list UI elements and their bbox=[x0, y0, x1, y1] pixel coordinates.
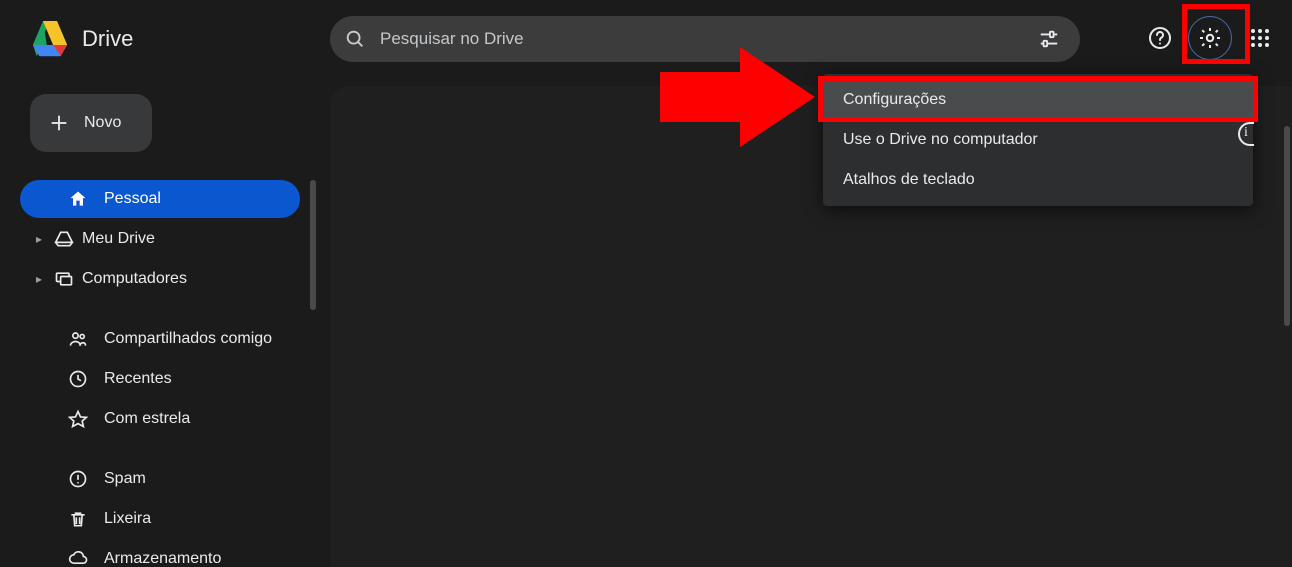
tune-icon[interactable] bbox=[1032, 22, 1066, 56]
home-icon bbox=[68, 189, 88, 209]
chevron-right-icon: ▸ bbox=[32, 272, 46, 286]
sidebar-item-computers[interactable]: ▸ Computadores bbox=[20, 260, 300, 298]
new-button[interactable]: Novo bbox=[30, 94, 152, 152]
sidebar-item-label: Compartilhados comigo bbox=[104, 330, 272, 348]
chevron-right-icon: ▸ bbox=[32, 232, 46, 246]
plus-icon bbox=[48, 112, 70, 134]
sidebar-item-label: Meu Drive bbox=[82, 230, 155, 248]
search-bar[interactable] bbox=[330, 16, 1080, 62]
menu-item-shortcuts[interactable]: Atalhos de teclado bbox=[823, 160, 1253, 200]
menu-item-label: Use o Drive no computador bbox=[843, 131, 1038, 149]
sidebar-item-home[interactable]: Pessoal bbox=[20, 180, 300, 218]
apps-icon[interactable] bbox=[1238, 16, 1282, 60]
mydrive-icon bbox=[54, 229, 74, 249]
help-icon[interactable] bbox=[1138, 16, 1182, 60]
menu-item-desktop[interactable]: Use o Drive no computador bbox=[823, 120, 1253, 160]
sidebar-item-storage[interactable]: Armazenamento bbox=[20, 540, 300, 567]
shared-icon bbox=[68, 329, 88, 349]
gear-icon[interactable] bbox=[1188, 16, 1232, 60]
main-scrollbar[interactable] bbox=[1284, 126, 1290, 326]
sidebar-item-label: Computadores bbox=[82, 270, 187, 288]
sidebar-item-label: Pessoal bbox=[104, 190, 161, 208]
settings-menu: Configurações Use o Drive no computador … bbox=[823, 74, 1253, 206]
sidebar-item-label: Com estrela bbox=[104, 410, 190, 428]
sidebar-item-label: Recentes bbox=[104, 370, 172, 388]
menu-item-label: Atalhos de teclado bbox=[843, 171, 975, 189]
sidebar-item-starred[interactable]: Com estrela bbox=[20, 400, 300, 438]
sidebar: Pessoal ▸ Meu Drive ▸ Computadores Compa… bbox=[20, 180, 300, 567]
sidebar-item-label: Spam bbox=[104, 470, 146, 488]
drive-logo-block[interactable]: Drive bbox=[30, 21, 133, 57]
search-input[interactable] bbox=[380, 29, 1018, 49]
menu-item-settings[interactable]: Configurações bbox=[823, 80, 1253, 120]
spam-icon bbox=[68, 469, 88, 489]
sidebar-item-label: Armazenamento bbox=[104, 550, 221, 567]
menu-item-label: Configurações bbox=[843, 91, 946, 109]
trash-icon bbox=[68, 509, 88, 529]
app-title: Drive bbox=[82, 26, 133, 52]
computers-icon bbox=[54, 269, 74, 289]
sidebar-item-spam[interactable]: Spam bbox=[20, 460, 300, 498]
storage-icon bbox=[68, 549, 88, 567]
search-icon bbox=[344, 28, 366, 50]
star-icon bbox=[68, 409, 88, 429]
new-button-label: Novo bbox=[84, 114, 121, 132]
recent-icon bbox=[68, 369, 88, 389]
sidebar-item-label: Lixeira bbox=[104, 510, 151, 528]
sidebar-item-recent[interactable]: Recentes bbox=[20, 360, 300, 398]
drive-logo-icon bbox=[30, 21, 70, 57]
sidebar-item-shared[interactable]: Compartilhados comigo bbox=[20, 320, 300, 358]
sidebar-scrollbar[interactable] bbox=[310, 180, 316, 310]
sidebar-item-trash[interactable]: Lixeira bbox=[20, 500, 300, 538]
sidebar-item-mydrive[interactable]: ▸ Meu Drive bbox=[20, 220, 300, 258]
